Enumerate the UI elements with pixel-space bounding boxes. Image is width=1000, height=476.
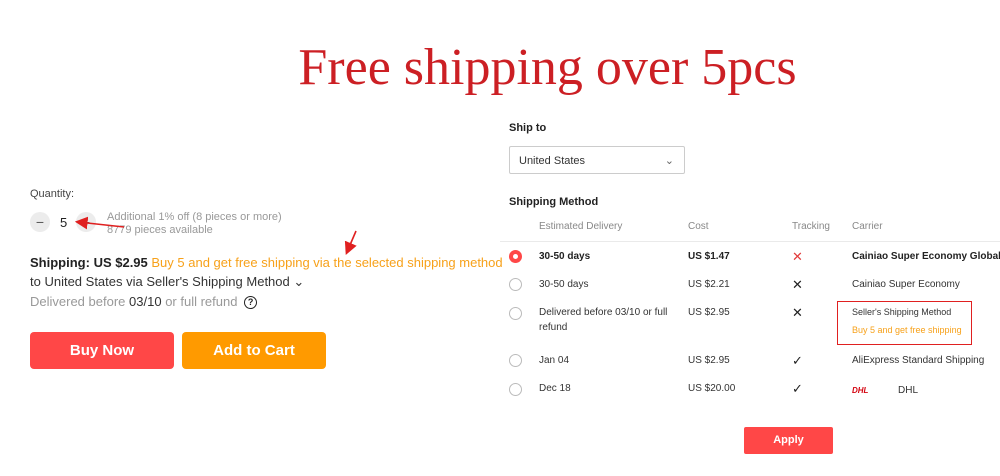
help-icon[interactable]: ? — [244, 296, 258, 310]
shipping-route-link[interactable]: to United States via Seller's Shipping M… — [30, 274, 304, 290]
tracking-check-icon: ✓ — [792, 381, 803, 396]
stock-available-text: 8779 pieces available — [107, 224, 213, 236]
buy-now-button[interactable]: Buy Now — [30, 332, 174, 369]
row-carrier: Seller's Shipping Method — [852, 307, 952, 317]
column-header-carrier: Carrier — [852, 221, 883, 232]
chevron-down-icon: ⌄ — [664, 155, 674, 167]
shipping-option-radio[interactable] — [509, 307, 522, 320]
row-cost: US $20.00 — [688, 383, 736, 394]
shipping-option-radio[interactable] — [509, 383, 522, 396]
add-to-cart-button[interactable]: Add to Cart — [182, 332, 326, 369]
shipping-method-label: Shipping Method — [509, 196, 599, 208]
shipping-route-text: to United States via Seller's Shipping M… — [30, 274, 290, 289]
delivered-date: 03/10 — [129, 294, 162, 309]
ship-to-label: Ship to — [509, 122, 547, 134]
quantity-label: Quantity: — [30, 188, 75, 200]
row-delivery: Delivered before 03/10 or full — [539, 307, 668, 318]
delivered-suffix: or full refund — [165, 294, 238, 309]
row-cost: US $1.47 — [688, 251, 730, 262]
tracking-check-icon: ✓ — [792, 353, 803, 368]
shipping-option-radio[interactable] — [509, 278, 522, 291]
row-cost: US $2.95 — [688, 307, 730, 318]
row-cost: US $2.95 — [688, 355, 730, 366]
dhl-logo: DHL — [852, 386, 888, 396]
column-header-tracking: Tracking — [792, 221, 830, 232]
shipping-label: Shipping: — [30, 255, 90, 270]
ship-to-value: United States — [519, 155, 586, 167]
row-delivery: 30-50 days — [539, 279, 589, 290]
bulk-discount-text: Additional 1% off (8 pieces or more) — [107, 211, 282, 223]
column-header-cost: Cost — [688, 221, 709, 232]
row-carrier: Cainiao Super Economy — [852, 279, 960, 290]
shipping-summary: Shipping: US $2.95 Buy 5 and get free sh… — [30, 255, 503, 270]
quantity-increase-button[interactable]: + — [76, 212, 96, 232]
promo-banner: Free shipping over 5pcs — [298, 39, 797, 96]
carrier-promo-text: Buy 5 and get free shipping — [852, 325, 962, 335]
table-divider — [500, 241, 1000, 242]
apply-button[interactable]: Apply — [744, 427, 833, 454]
row-delivery: Jan 04 — [539, 355, 570, 366]
row-carrier: Cainiao Super Economy Global — [852, 251, 1000, 262]
no-tracking-icon: ✕ — [792, 305, 803, 320]
shipping-price: US $2.95 — [93, 255, 148, 270]
no-tracking-icon: ✕ — [792, 277, 803, 292]
chevron-down-icon: ⌄ — [293, 274, 305, 289]
row-carrier: AliExpress Standard Shipping — [852, 355, 985, 366]
no-tracking-icon: ✕ — [792, 249, 803, 264]
ship-to-select[interactable]: United States ⌄ — [509, 146, 685, 174]
row-carrier: DHL — [898, 385, 919, 396]
annotation-arrow — [344, 230, 357, 255]
shipping-promo-text: Buy 5 and get free shipping via the sele… — [151, 255, 503, 270]
row-delivery: Dec 18 — [539, 383, 571, 394]
delivery-guarantee: Delivered before 03/10 or full refund ? — [30, 294, 258, 310]
row-cost: US $2.21 — [688, 279, 730, 290]
column-header-delivery: Estimated Delivery — [539, 221, 623, 232]
shipping-option-radio[interactable] — [509, 354, 522, 367]
shipping-option-radio[interactable] — [509, 250, 522, 263]
quantity-value[interactable]: 5 — [60, 215, 67, 230]
row-delivery-continued: refund — [539, 322, 568, 333]
delivered-prefix: Delivered before — [30, 294, 126, 309]
row-delivery: 30-50 days — [539, 251, 591, 262]
quantity-decrease-button[interactable]: − — [30, 212, 50, 232]
